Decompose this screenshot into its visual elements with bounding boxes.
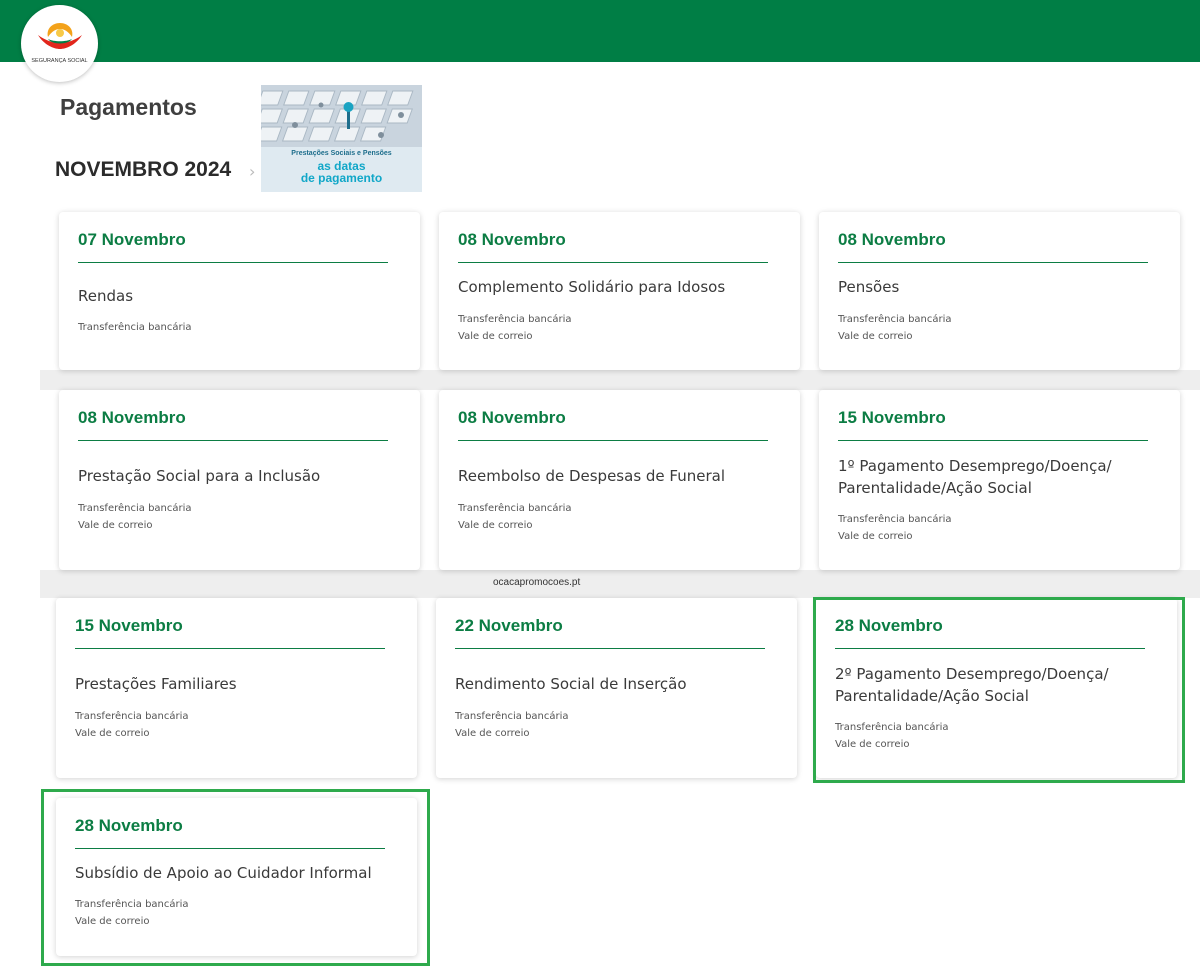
- payment-method: Vale de correio: [458, 331, 533, 342]
- benefit-name: Pensões: [838, 278, 900, 296]
- payment-date: 08 Novembro: [78, 408, 186, 427]
- payment-method: Transferência bancária: [78, 503, 192, 514]
- payment-card[interactable]: 22 Novembro Rendimento Social de Inserçã…: [436, 598, 797, 778]
- payment-card[interactable]: 08 Novembro Reembolso de Despesas de Fun…: [439, 390, 800, 570]
- payment-method: Vale de correio: [75, 728, 150, 739]
- divider: [458, 440, 768, 441]
- benefit-name: Rendas: [78, 287, 134, 305]
- divider: [75, 648, 385, 649]
- payment-method: Transferência bancária: [458, 503, 572, 514]
- payment-method: Vale de correio: [78, 520, 153, 531]
- payment-method: Transferência bancária: [458, 314, 572, 325]
- benefit-name: Prestação Social para a Inclusão: [78, 467, 321, 485]
- payment-card[interactable]: 15 Novembro 1º Pagamento Desemprego/Doen…: [819, 390, 1180, 570]
- payment-method: Vale de correio: [455, 728, 530, 739]
- divider: [78, 440, 388, 441]
- page-title: Pagamentos: [60, 94, 197, 120]
- payment-date: 22 Novembro: [455, 616, 563, 635]
- seguranca-social-emblem-icon: [38, 23, 82, 49]
- benefit-name: Complemento Solidário para Idosos: [458, 278, 726, 296]
- banner-subtitle: Prestações Sociais e Pensões: [291, 150, 392, 157]
- payment-date: 07 Novembro: [78, 230, 186, 249]
- payment-card[interactable]: 07 Novembro Rendas Transferência bancári…: [59, 212, 420, 370]
- payment-date: 08 Novembro: [458, 230, 566, 249]
- payment-date: 08 Novembro: [458, 408, 566, 427]
- benefit-name: Reembolso de Despesas de Funeral: [458, 467, 725, 485]
- benefit-name: Rendimento Social de Inserção: [455, 675, 687, 693]
- payment-method: Transferência bancária: [75, 711, 189, 722]
- payment-card[interactable]: 08 Novembro Pensões Transferência bancár…: [819, 212, 1180, 370]
- row-background: [40, 570, 1200, 598]
- chevron-right-icon: ›: [249, 162, 256, 181]
- row-background: [40, 370, 1200, 390]
- payment-card[interactable]: 08 Novembro Prestação Social para a Incl…: [59, 390, 420, 570]
- seguranca-social-logo[interactable]: SEGURANÇA SOCIAL: [21, 5, 98, 82]
- payment-method: Vale de correio: [838, 331, 913, 342]
- divider: [838, 440, 1148, 441]
- payment-date: 08 Novembro: [838, 230, 946, 249]
- divider: [838, 262, 1148, 263]
- watermark-text: ocacapromocoes.pt: [493, 577, 581, 588]
- payment-method: Transferência bancária: [78, 322, 192, 333]
- payment-method: Transferência bancária: [455, 711, 569, 722]
- payment-date: 15 Novembro: [75, 616, 183, 635]
- payment-method: Vale de correio: [838, 531, 913, 542]
- divider: [455, 648, 765, 649]
- month-title: NOVEMBRO 2024: [55, 158, 232, 181]
- highlight-frame: [813, 597, 1185, 783]
- payment-date: 15 Novembro: [838, 408, 946, 427]
- payment-dates-banner[interactable]: Prestações Sociais e Pensões as datas de…: [261, 85, 422, 192]
- payment-method: Transferência bancária: [838, 314, 952, 325]
- top-header-bar: [0, 0, 1200, 62]
- payment-card[interactable]: 08 Novembro Complemento Solidário para I…: [439, 212, 800, 370]
- divider: [78, 262, 388, 263]
- highlight-frame: [41, 789, 430, 966]
- benefit-name: 1º Pagamento Desemprego/Doença/ Parental…: [838, 457, 1112, 497]
- benefit-name: Prestações Familiares: [75, 675, 237, 693]
- banner-title-line2: de pagamento: [300, 171, 383, 185]
- payment-method: Vale de correio: [458, 520, 533, 531]
- divider: [458, 262, 768, 263]
- payment-method: Transferência bancária: [838, 514, 952, 525]
- logo-wordmark: SEGURANÇA SOCIAL: [31, 58, 88, 64]
- payment-card[interactable]: 15 Novembro Prestações Familiares Transf…: [56, 598, 417, 778]
